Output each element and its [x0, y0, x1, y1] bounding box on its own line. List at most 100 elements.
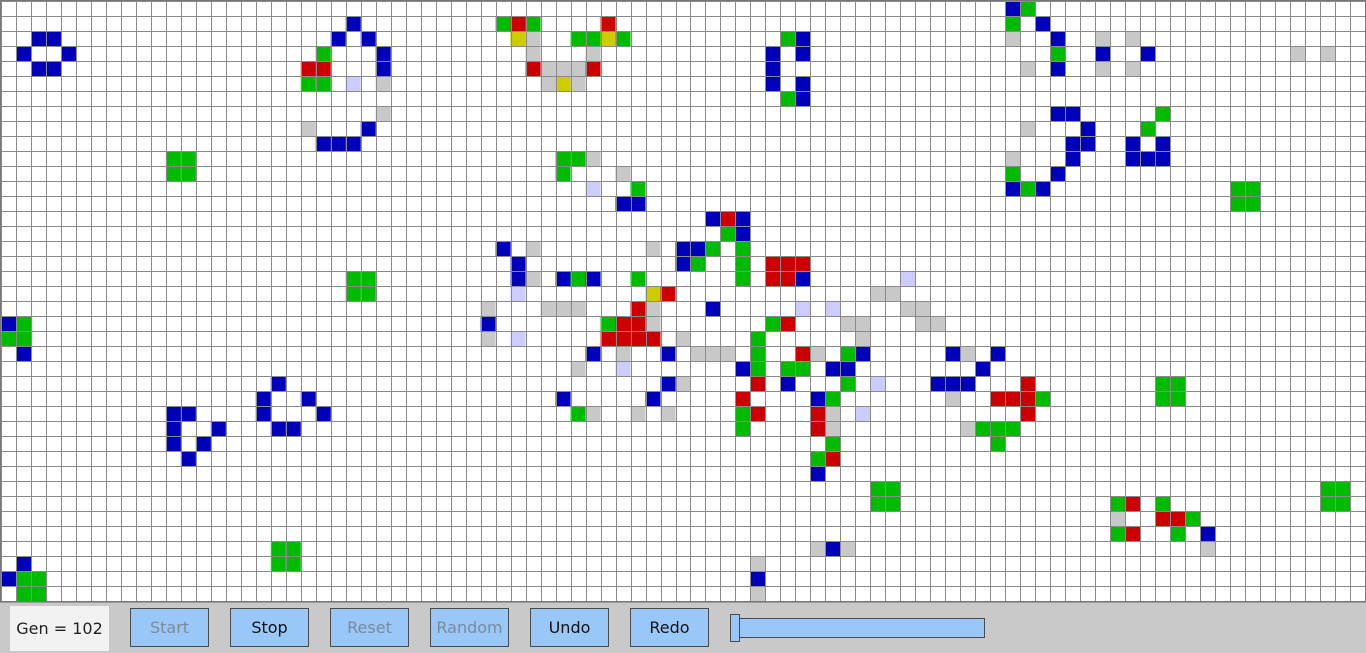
- cell-gray[interactable]: [885, 286, 901, 301]
- cell-gray[interactable]: [615, 346, 631, 361]
- cell-lavender[interactable]: [615, 361, 631, 376]
- cell-blue[interactable]: [360, 121, 376, 136]
- cell-gray[interactable]: [855, 316, 871, 331]
- cell-gray[interactable]: [570, 361, 586, 376]
- cell-green[interactable]: [885, 496, 901, 511]
- cell-gray[interactable]: [645, 316, 661, 331]
- cell-blue[interactable]: [255, 391, 271, 406]
- cell-red[interactable]: [795, 346, 811, 361]
- cell-blue[interactable]: [300, 391, 316, 406]
- cell-blue[interactable]: [1095, 46, 1111, 61]
- cell-green[interactable]: [735, 256, 751, 271]
- speed-slider-thumb[interactable]: [730, 614, 740, 642]
- cell-green[interactable]: [15, 571, 31, 586]
- cell-gray[interactable]: [615, 166, 631, 181]
- cell-blue[interactable]: [15, 346, 31, 361]
- cell-blue[interactable]: [1050, 106, 1066, 121]
- cell-blue[interactable]: [1080, 121, 1096, 136]
- cell-green[interactable]: [570, 271, 586, 286]
- cell-red[interactable]: [630, 301, 646, 316]
- cell-blue[interactable]: [765, 76, 781, 91]
- cell-red[interactable]: [750, 406, 766, 421]
- cell-green[interactable]: [690, 256, 706, 271]
- cell-red[interactable]: [795, 256, 811, 271]
- cell-blue[interactable]: [255, 406, 271, 421]
- cell-gray[interactable]: [1290, 46, 1306, 61]
- cell-blue[interactable]: [975, 361, 991, 376]
- cell-red[interactable]: [615, 316, 631, 331]
- cell-gray[interactable]: [525, 241, 541, 256]
- cell-green[interactable]: [165, 151, 181, 166]
- cell-blue[interactable]: [930, 376, 946, 391]
- cell-green[interactable]: [735, 421, 751, 436]
- cell-blue[interactable]: [30, 31, 46, 46]
- cell-green[interactable]: [525, 16, 541, 31]
- cell-gray[interactable]: [915, 301, 931, 316]
- cell-red[interactable]: [780, 271, 796, 286]
- life-grid[interactable]: [0, 0, 1366, 602]
- cell-blue[interactable]: [660, 376, 676, 391]
- cell-lavender[interactable]: [510, 286, 526, 301]
- cell-green[interactable]: [630, 181, 646, 196]
- speed-slider-track[interactable]: [730, 618, 985, 638]
- cell-red[interactable]: [585, 61, 601, 76]
- cell-green[interactable]: [1230, 196, 1246, 211]
- cell-gray[interactable]: [540, 301, 556, 316]
- cell-red[interactable]: [1005, 391, 1021, 406]
- cell-blue[interactable]: [345, 136, 361, 151]
- cell-red[interactable]: [1020, 391, 1036, 406]
- cell-blue[interactable]: [60, 46, 76, 61]
- cell-green[interactable]: [555, 151, 571, 166]
- cell-gray[interactable]: [915, 316, 931, 331]
- start-button[interactable]: Start: [130, 608, 209, 647]
- cell-gray[interactable]: [1020, 61, 1036, 76]
- cell-green[interactable]: [30, 571, 46, 586]
- cell-red[interactable]: [630, 331, 646, 346]
- cell-blue[interactable]: [1005, 1, 1021, 16]
- cell-green[interactable]: [1155, 391, 1171, 406]
- cell-green[interactable]: [1155, 376, 1171, 391]
- cell-blue[interactable]: [1050, 31, 1066, 46]
- cell-gray[interactable]: [1005, 31, 1021, 46]
- cell-gray[interactable]: [840, 541, 856, 556]
- cell-blue[interactable]: [1005, 181, 1021, 196]
- cell-gray[interactable]: [960, 346, 976, 361]
- cell-green[interactable]: [1110, 526, 1126, 541]
- cell-green[interactable]: [1170, 376, 1186, 391]
- cell-red[interactable]: [750, 376, 766, 391]
- cell-blue[interactable]: [1, 316, 16, 331]
- cell-green[interactable]: [345, 271, 361, 286]
- cell-blue[interactable]: [825, 361, 841, 376]
- cell-red[interactable]: [990, 391, 1006, 406]
- cell-gray[interactable]: [705, 346, 721, 361]
- redo-button[interactable]: Redo: [630, 608, 709, 647]
- cell-blue[interactable]: [315, 136, 331, 151]
- cell-blue[interactable]: [840, 361, 856, 376]
- cell-blue[interactable]: [165, 406, 181, 421]
- cell-gray[interactable]: [900, 301, 916, 316]
- cell-green[interactable]: [735, 241, 751, 256]
- cell-gray[interactable]: [855, 331, 871, 346]
- cell-blue[interactable]: [555, 271, 571, 286]
- cell-gray[interactable]: [645, 301, 661, 316]
- cell-blue[interactable]: [1125, 136, 1141, 151]
- cell-gray[interactable]: [690, 346, 706, 361]
- cell-lavender[interactable]: [510, 331, 526, 346]
- cell-blue[interactable]: [1200, 526, 1216, 541]
- cell-blue[interactable]: [210, 421, 226, 436]
- cell-green[interactable]: [1170, 526, 1186, 541]
- cell-green[interactable]: [750, 346, 766, 361]
- cell-gray[interactable]: [375, 106, 391, 121]
- cell-green[interactable]: [555, 166, 571, 181]
- cell-red[interactable]: [1125, 496, 1141, 511]
- cell-green[interactable]: [1185, 511, 1201, 526]
- cell-green[interactable]: [1155, 106, 1171, 121]
- cell-blue[interactable]: [810, 391, 826, 406]
- cell-blue[interactable]: [960, 376, 976, 391]
- cell-blue[interactable]: [180, 406, 196, 421]
- cell-blue[interactable]: [705, 301, 721, 316]
- cell-green[interactable]: [585, 31, 601, 46]
- cell-blue[interactable]: [30, 61, 46, 76]
- cell-green[interactable]: [795, 361, 811, 376]
- cell-green[interactable]: [720, 226, 736, 241]
